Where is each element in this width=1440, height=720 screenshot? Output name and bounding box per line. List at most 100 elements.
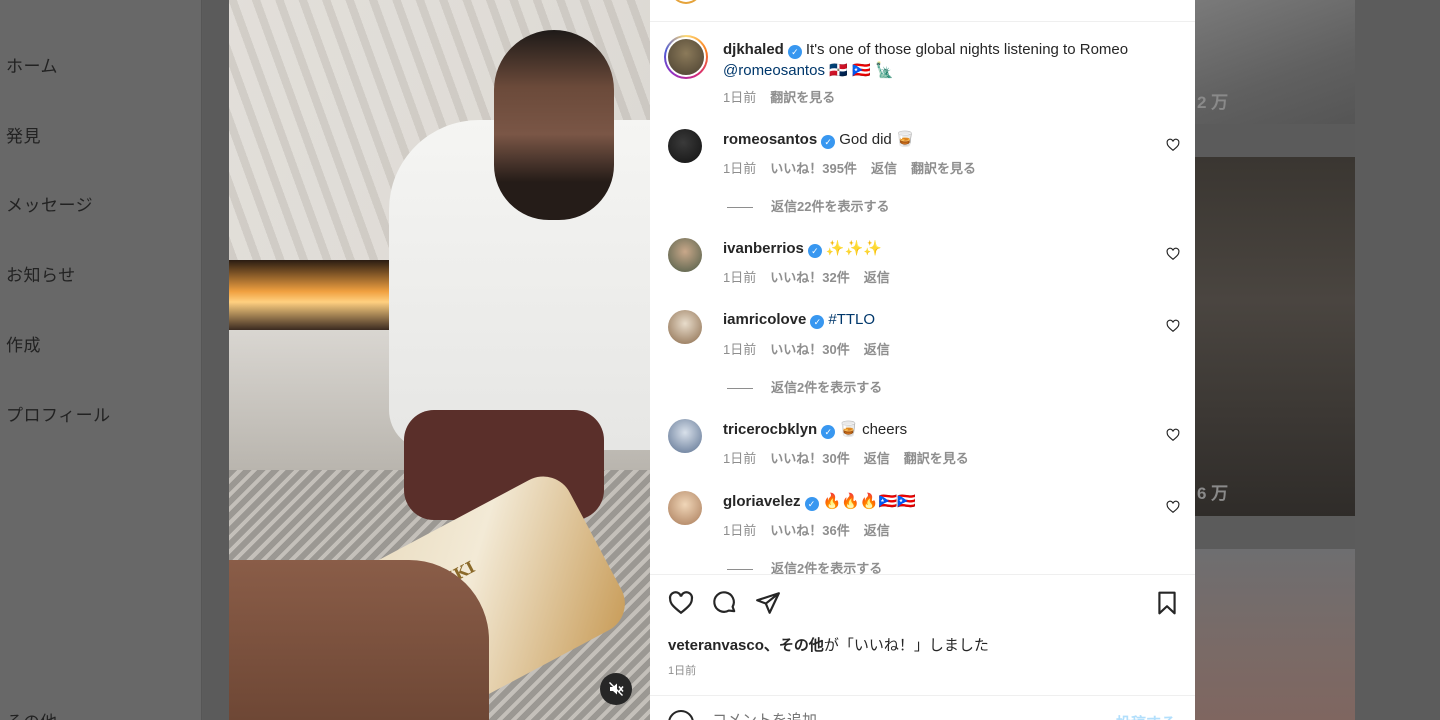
comment-input[interactable] [712,712,1092,720]
comment-line: romeosantos ✓ God did 🥃 [723,130,915,149]
comment-time[interactable]: 1日前 [723,161,756,176]
sidebar: ホーム 発見 メッセージ お知らせ 作成 プロフィール その他 [0,0,202,720]
divider [650,574,1195,575]
comment-username[interactable]: romeosantos [723,131,817,148]
avatar[interactable] [668,491,702,525]
avatar[interactable] [668,419,702,453]
verified-badge-icon: ✓ [804,497,819,511]
translate-button[interactable]: 翻訳を見る [911,161,976,176]
view-replies-button[interactable]: 返信2件を表示する [727,377,882,396]
view-replies-label: 返信2件を表示する [771,380,883,395]
verified-badge-icon: ✓ [807,244,822,258]
divider [650,21,1195,22]
sidebar-item-profile[interactable]: プロフィール [6,401,111,426]
sidebar-item-more[interactable]: その他 [6,708,57,720]
translate-button[interactable]: 翻訳を見る [904,451,969,466]
liked-by-suffix: が「いいね！」しました [823,637,989,654]
background-post-tile[interactable]: 6 万 [1195,157,1355,516]
comment-meta: 1日前 いいね！395件 返信 翻訳を見る [723,158,990,177]
reply-button[interactable]: 返信 [864,342,890,357]
reply-button[interactable]: 返信 [864,451,890,466]
comment-meta: 1日前 いいね！32件 返信 [723,267,904,286]
post-comment-button[interactable]: 投稿する [1116,712,1176,720]
speaker-muted-icon [609,682,624,696]
comment-line: iamricolove ✓ #TTLO [723,311,875,329]
view-count: 2 万 [1197,93,1229,112]
background-post-tile[interactable]: 2 万 [1195,0,1355,124]
comment-time[interactable]: 1日前 [723,523,756,538]
background-right-area [1355,0,1440,720]
caption-time[interactable]: 1日前 [723,90,756,105]
reply-button[interactable]: 返信 [864,523,890,538]
view-replies-button[interactable]: 返信2件を表示する [727,558,882,574]
heart-icon[interactable] [1166,138,1180,152]
heart-icon[interactable] [1166,500,1180,514]
comment-text: God did 🥃 [839,131,915,148]
video-frame-arm [229,560,489,720]
caption-line-2: @romeosantos 🇩🇴 🇵🇷 🗽 [723,61,894,80]
caption-translate-button[interactable]: 翻訳を見る [770,90,835,105]
view-replies-label: 返信2件を表示する [771,561,883,574]
header-avatar[interactable] [670,0,702,4]
comment-username[interactable]: gloriavelez [723,493,801,510]
view-count: 6 万 [1197,484,1229,503]
comment-time[interactable]: 1日前 [723,270,756,285]
caption-mention[interactable]: @romeosantos [723,62,825,79]
background-post-tile[interactable] [1195,549,1355,720]
caption-username[interactable]: djkhaled [723,41,784,58]
caption-line: djkhaled ✓ It's one of those global nights… [723,41,1128,59]
reply-button[interactable]: 返信 [871,161,897,176]
sidebar-item-notifications[interactable]: お知らせ [6,261,76,286]
verified-badge-icon: ✓ [821,425,836,439]
comment-likes[interactable]: いいね！30件 [770,342,849,357]
comment-meta: 1日前 いいね！36件 返信 [723,520,904,539]
reply-button[interactable]: 返信 [864,270,890,285]
comment-line: gloriavelez ✓ 🔥🔥🔥🇵🇷🇵🇷 [723,492,916,511]
comment-meta: 1日前 いいね！30件 返信 翻訳を見る [723,448,983,467]
comment-icon[interactable] [712,590,738,616]
comment-line: tricerocbklyn ✓ 🥃 cheers [723,420,907,439]
comment-likes[interactable]: いいね！395件 [770,161,857,176]
share-send-icon[interactable] [755,590,781,616]
comment-likes[interactable]: いいね！30件 [770,451,849,466]
comment-text: 🔥🔥🔥🇵🇷🇵🇷 [822,493,916,510]
avatar[interactable] [664,35,708,79]
avatar[interactable] [668,238,702,272]
comment-time[interactable]: 1日前 [723,342,756,357]
sidebar-item-home[interactable]: ホーム [6,52,58,77]
comment-username[interactable]: iamricolove [723,311,806,328]
verified-badge-icon: ✓ [810,315,825,329]
sidebar-item-messages[interactable]: メッセージ [6,191,93,216]
verified-badge-icon: ✓ [787,45,802,59]
mute-toggle-button[interactable] [600,673,632,705]
view-replies-button[interactable]: 返信22件を表示する [727,196,889,215]
post-detail-panel: djkhaled ✓ It's one of those global nights… [650,0,1195,720]
heart-icon[interactable] [1166,319,1180,333]
comment-likes[interactable]: いいね！36件 [770,523,849,538]
avatar[interactable] [668,129,702,163]
heart-icon[interactable] [1166,247,1180,261]
post-media-video[interactable]: 17 HIBIKI [229,0,650,720]
bookmark-save-icon[interactable] [1154,590,1180,616]
caption-text: It's one of those global nights listenin… [805,41,1129,58]
comment-hashtag[interactable]: #TTLO [828,311,875,328]
comment-likes[interactable]: いいね！32件 [770,270,849,285]
heart-icon[interactable] [1166,428,1180,442]
divider [650,695,1195,696]
like-heart-icon[interactable] [668,590,694,616]
avatar[interactable] [668,310,702,344]
caption-meta: 1日前 翻訳を見る [723,87,849,106]
video-frame-head [494,30,614,220]
likes-summary: veteranvasco、その他が「いいね！」しました [668,634,989,655]
comment-username[interactable]: ivanberrios [723,240,804,257]
view-replies-label: 返信22件を表示する [771,199,890,214]
liked-by-users[interactable]: veteranvasco、その他 [668,637,824,654]
comment-username[interactable]: tricerocbklyn [723,421,817,438]
emoji-icon[interactable] [668,710,694,720]
comment-time[interactable]: 1日前 [723,451,756,466]
comment-text: 🥃 cheers [839,421,908,438]
sidebar-item-explore[interactable]: 発見 [6,122,41,147]
comment-meta: 1日前 いいね！30件 返信 [723,339,904,358]
post-timestamp[interactable]: 1日前 [668,662,696,678]
sidebar-item-create[interactable]: 作成 [6,331,41,356]
